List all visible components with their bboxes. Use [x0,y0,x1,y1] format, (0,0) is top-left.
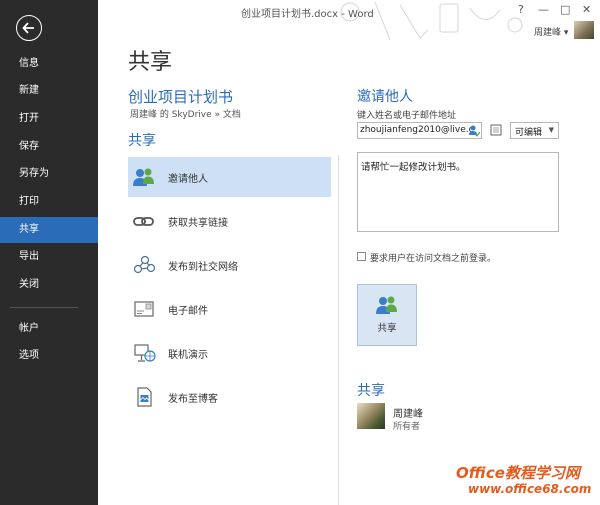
nav-export[interactable]: 导出 [0,244,98,270]
owner-role: 所有者 [393,422,421,432]
share-option-label: 发布到社交网络 [168,262,238,273]
back-button[interactable] [16,15,42,41]
nav-info[interactable]: 信息 [0,51,98,77]
watermark: Office教程学习网 www.office68.com [456,462,596,502]
present-online-icon [134,344,156,362]
people-icon [376,296,397,314]
social-network-icon [133,255,156,274]
sidebar-divider [10,307,78,308]
nav-new[interactable]: 新建 [0,78,98,104]
window-title: 创业项目计划书.docx - Word [241,9,374,20]
help-button[interactable]: ? [518,3,524,16]
avatar[interactable] [574,21,594,39]
avatar [357,403,385,429]
owner-name: 周建峰 [393,409,423,420]
nav-share[interactable]: 共享 [0,217,98,243]
share-option-label: 发布至博客 [168,394,218,405]
minimize-button[interactable]: — [538,3,549,16]
share-option-social[interactable]: 发布到社交网络 [128,245,331,285]
share-option-blog[interactable]: 发布至博客 [128,377,331,417]
user-name: 周建峰 [534,28,562,38]
nav-print[interactable]: 打印 [0,189,98,215]
user-account[interactable]: 周建峰 ▾ [534,25,568,38]
page-title: 共享 [128,50,173,75]
require-signin-label: 要求用户在访问文档之前登录。 [370,254,497,264]
share-heading: 共享 [128,133,156,149]
check-names-icon[interactable] [468,124,480,137]
address-book-icon[interactable] [490,124,502,136]
share-option-present-online[interactable]: 联机演示 [128,333,331,373]
share-button[interactable]: 共享 [357,284,417,346]
message-textarea[interactable]: 请帮忙一起修改计划书。 [357,152,559,232]
share-option-label: 电子邮件 [168,306,208,317]
share-option-label: 获取共享链接 [168,218,228,229]
nav-options[interactable]: 选项 [0,343,98,369]
permission-select[interactable]: 可编辑 ▼ [510,122,559,139]
maximize-button[interactable]: □ [560,3,570,16]
column-divider [338,155,339,505]
share-option-get-link[interactable]: 获取共享链接 [128,201,331,241]
permission-value: 可编辑 [515,128,543,138]
close-button[interactable]: ✕ [582,3,591,16]
invite-heading: 邀请他人 [357,89,413,105]
chevron-down-icon: ▾ [563,28,569,38]
watermark-title: Office教程学习网 [456,464,580,482]
email-icon [134,301,154,317]
nav-close[interactable]: 关闭 [0,272,98,298]
document-title: 创业项目计划书 [128,88,234,106]
nav-account[interactable]: 帐户 [0,316,98,342]
back-arrow-icon [22,22,34,34]
nav-save[interactable]: 保存 [0,134,98,160]
backstage-sidebar: 信息 新建 打开 保存 另存为 打印 共享 导出 关闭 帐户 选项 [0,0,98,505]
chevron-down-icon: ▼ [548,126,554,134]
people-icon [133,168,154,186]
shared-with-heading: 共享 [357,383,385,399]
share-option-email[interactable]: 电子邮件 [128,289,331,329]
require-signin-checkbox[interactable] [357,252,366,261]
share-button-label: 共享 [377,323,397,334]
document-path[interactable]: 周建峰 的 SkyDrive » 文档 [130,107,241,120]
email-field[interactable]: zhoujianfeng2010@live.c [357,122,482,139]
invite-sublabel: 键入姓名或电子邮件地址 [357,111,457,121]
nav-open[interactable]: 打开 [0,106,98,132]
blog-icon [137,387,152,407]
watermark-url: www.office68.com [468,482,592,496]
share-option-invite[interactable]: 邀请他人 [128,157,331,197]
link-icon [133,217,154,226]
share-option-label: 邀请他人 [168,174,208,185]
nav-save-as[interactable]: 另存为 [0,161,98,187]
share-option-label: 联机演示 [168,350,208,361]
